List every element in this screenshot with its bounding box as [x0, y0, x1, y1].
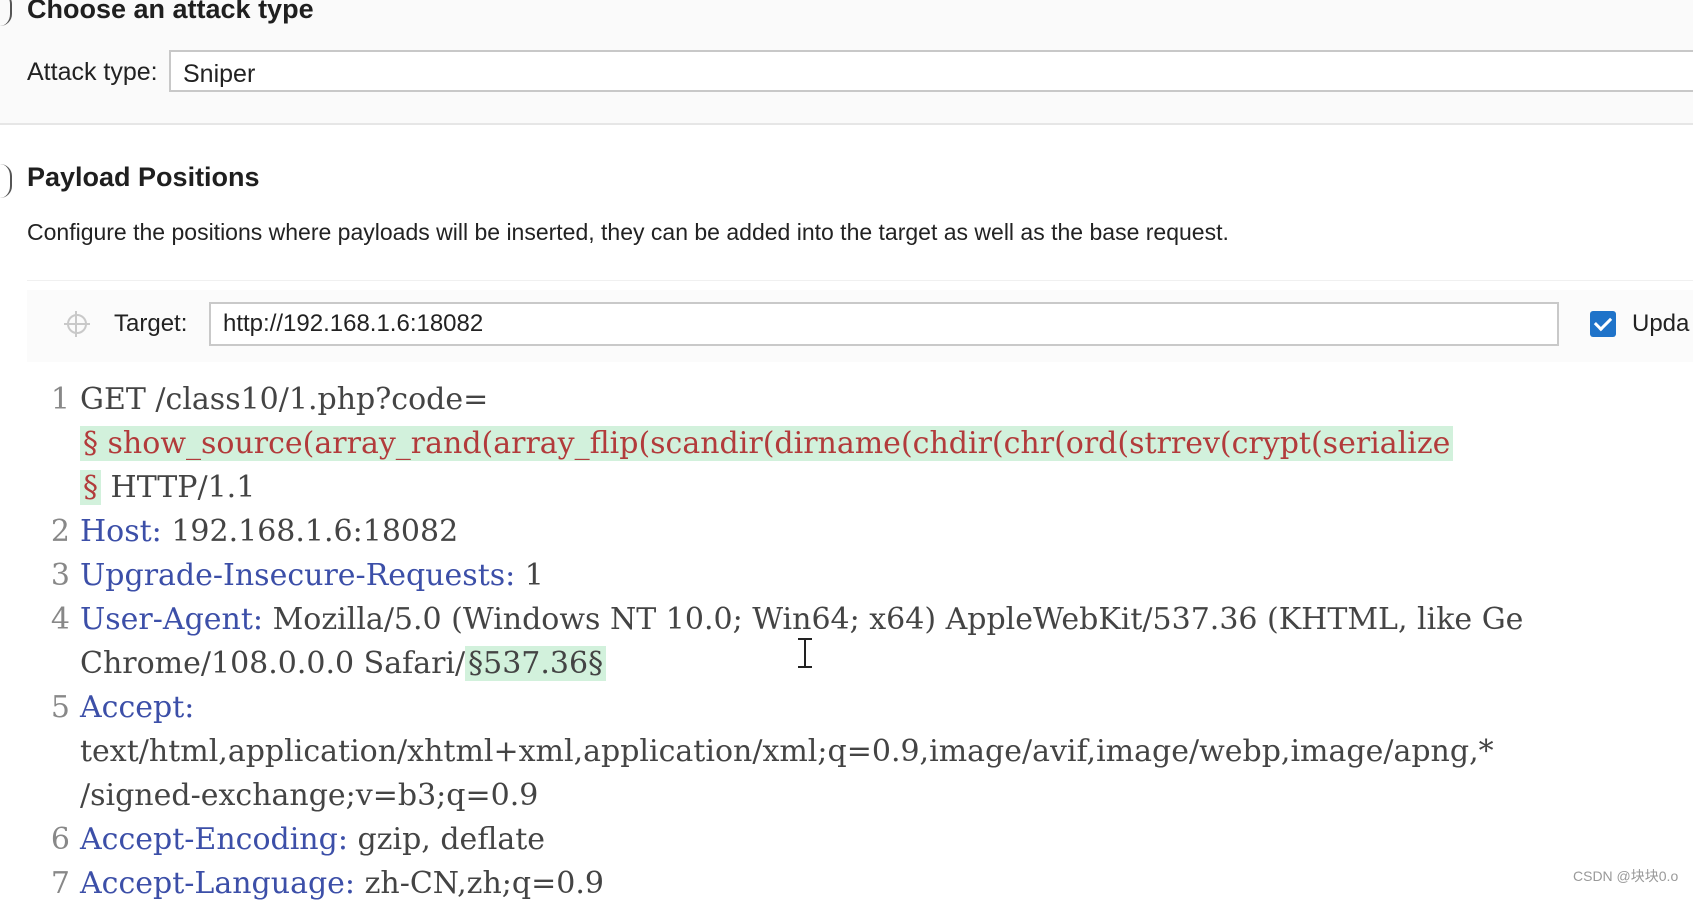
line-number: 3: [50, 558, 70, 593]
request-text: /signed-exchange;v=b3;q=0.9: [80, 778, 539, 813]
request-text: Mozilla/5.0 (Windows NT 10.0; Win64; x64…: [263, 602, 1524, 637]
request-line: /signed-exchange;v=b3;q=0.9: [0, 778, 1693, 822]
line-text: Accept-Language: zh-CN,zh;q=0.9: [80, 866, 604, 901]
payload-marker: § show_source(array_rand(array_flip(scan…: [80, 426, 1454, 461]
line-text: Chrome/108.0.0.0 Safari/§537.36§: [80, 646, 607, 681]
request-text: HTTP/1.1: [101, 470, 256, 505]
payload-positions-title: Payload Positions: [27, 162, 260, 192]
request-text: 192.168.1.6:18082: [161, 514, 459, 549]
line-text: GET /class10/1.php?code=: [80, 382, 488, 417]
attack-type-value: Sniper: [183, 60, 256, 88]
line-text: Accept:: [80, 690, 194, 725]
crosshair-icon: [64, 311, 90, 337]
request-text: gzip, deflate: [347, 822, 546, 857]
watermark: CSDN @块块0.o: [1573, 868, 1679, 884]
request-editor[interactable]: 1 GET /class10/1.php?code= § show_source(a…: [0, 382, 1693, 910]
line-text: Accept-Encoding: gzip, deflate: [80, 822, 545, 857]
line-text: Upgrade-Insecure-Requests: 1: [80, 558, 544, 593]
payload-marker: §537.36§: [465, 646, 607, 681]
line-number: 5: [50, 690, 70, 725]
attack-type-section-title: Choose an attack type: [27, 0, 314, 24]
request-text: GET /class10/1.php?code=: [80, 382, 489, 417]
request-line: Chrome/108.0.0.0 Safari/§537.36§: [0, 646, 1693, 690]
line-number: 1: [50, 382, 70, 417]
target-row: Target: Upda: [27, 290, 1693, 362]
text-cursor-icon: [798, 638, 812, 668]
payload-positions-description: Configure the positions where payloads w…: [27, 219, 1229, 245]
line-text: § HTTP/1.1: [80, 470, 255, 505]
line-number: 7: [50, 866, 70, 901]
line-number: 2: [50, 514, 70, 549]
payload-marker: §: [80, 470, 101, 505]
request-text: zh-CN,zh;q=0.9: [355, 866, 604, 901]
target-label: Target:: [114, 310, 188, 337]
attack-type-select[interactable]: Sniper: [169, 50, 1693, 92]
request-text: Upgrade-Insecure-Requests:: [80, 558, 516, 593]
request-line: 1 GET /class10/1.php?code=: [0, 382, 1693, 426]
request-text: 1: [515, 558, 544, 593]
request-text: Accept-Encoding:: [80, 822, 348, 857]
target-url-input[interactable]: [209, 302, 1559, 346]
update-host-label: Upda: [1632, 310, 1690, 337]
request-text: User-Agent:: [80, 602, 264, 637]
line-text: § show_source(array_rand(array_flip(scan…: [80, 426, 1454, 461]
line-text: User-Agent: Mozilla/5.0 (Windows NT 10.0…: [80, 602, 1523, 637]
request-line: text/html,application/xhtml+xml,applicat…: [0, 734, 1693, 778]
request-line: 6 Accept-Encoding: gzip, deflate: [0, 822, 1693, 866]
attack-type-label: Attack type:: [27, 58, 158, 86]
collapse-arrow-icon[interactable]: [0, 164, 12, 198]
request-text: Accept:: [80, 690, 195, 725]
request-line: 2 Host: 192.168.1.6:18082: [0, 514, 1693, 558]
request-text: Chrome/108.0.0.0 Safari/: [80, 646, 466, 681]
request-line: 3 Upgrade-Insecure-Requests: 1: [0, 558, 1693, 602]
line-text: text/html,application/xhtml+xml,applicat…: [80, 734, 1494, 769]
request-text: Accept-Language:: [80, 866, 356, 901]
request-line: 4 User-Agent: Mozilla/5.0 (Windows NT 10.…: [0, 602, 1693, 646]
update-host-checkbox[interactable]: [1590, 311, 1616, 337]
request-line: § HTTP/1.1: [0, 470, 1693, 514]
line-number: 6: [50, 822, 70, 857]
request-line: 5 Accept:: [0, 690, 1693, 734]
line-text: /signed-exchange;v=b3;q=0.9: [80, 778, 538, 813]
line-text: Host: 192.168.1.6:18082: [80, 514, 458, 549]
line-number: 4: [50, 602, 70, 637]
request-line: 7 Accept-Language: zh-CN,zh;q=0.9: [0, 866, 1693, 910]
request-text: Host:: [80, 514, 162, 549]
request-line: § show_source(array_rand(array_flip(scan…: [0, 426, 1693, 470]
request-text: text/html,application/xhtml+xml,applicat…: [80, 734, 1494, 769]
